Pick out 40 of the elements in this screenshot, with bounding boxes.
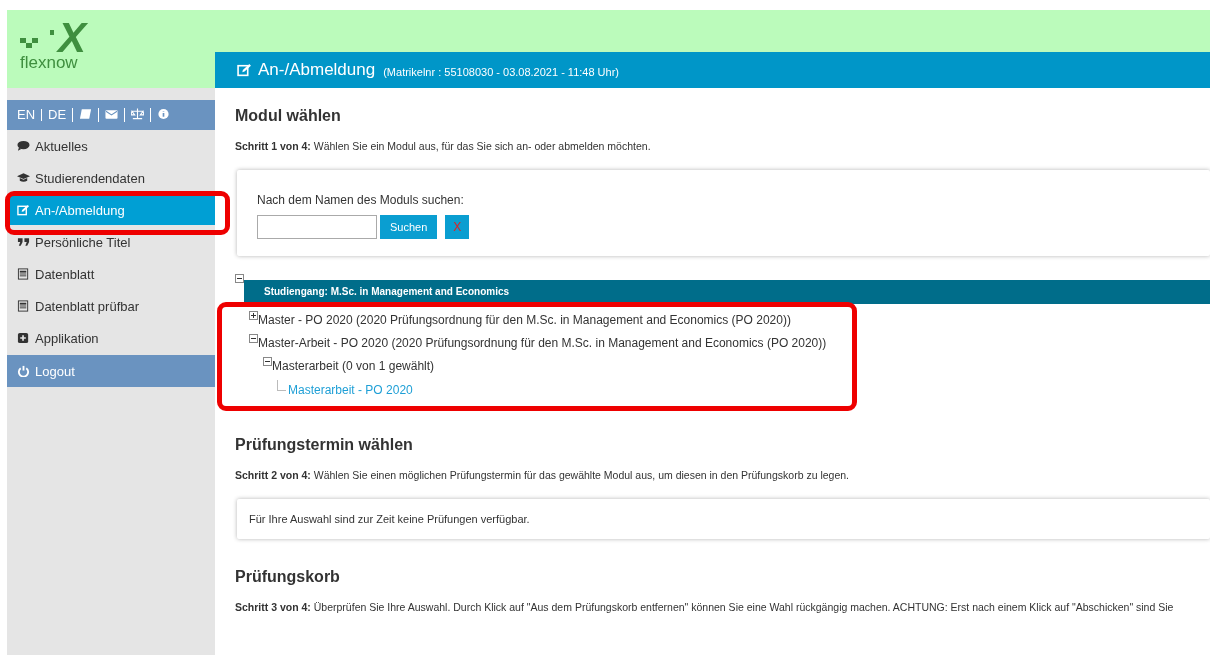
step-text: Schritt 2 von 4: Wählen Sie einen möglichen Prüfungstermin für das gewählte Modul aus, um diesen in den Prüfungskorb zu legen. — [235, 469, 850, 481]
collapse-icon[interactable] — [235, 274, 244, 283]
collapse-icon[interactable] — [249, 334, 258, 343]
section-heading: Prüfungstermin wählen — [235, 435, 414, 455]
section-heading: Prüfungskorb — [235, 567, 341, 587]
sheet-icon — [17, 268, 30, 280]
sidebar-item[interactable]: Datenblatt — [7, 258, 215, 290]
page-title: An-/Abmeldung — [258, 60, 376, 80]
search-field[interactable] — [257, 215, 377, 239]
speech-bubble-icon — [17, 140, 30, 152]
tree-item[interactable]: Master - PO 2020 (2020 Prüfungsordnung für den M.Sc. in Management and Economics (PO 2020)) — [258, 311, 791, 329]
step-text: Schritt 1 von 4: Wählen Sie ein Modul aus, für das Sie sich an- oder abmelden möchten. — [235, 140, 652, 152]
edit-icon — [17, 204, 30, 216]
plus-square-icon — [17, 332, 30, 344]
tree-item[interactable]: Masterarbeit (0 von 1 gewählt) — [272, 357, 435, 375]
info-icon — [157, 108, 171, 120]
edit-icon — [237, 63, 252, 77]
sidebar-item[interactable]: Studierendendaten — [7, 162, 215, 194]
sidebar-item[interactable]: Persönliche Titel — [7, 226, 215, 258]
collapse-icon[interactable] — [263, 357, 272, 366]
sidebar-item[interactable]: Datenblatt prüfbar — [7, 290, 215, 322]
section-heading: Modul wählen — [235, 106, 342, 126]
envelope-icon — [105, 108, 119, 120]
scales-icon — [131, 108, 145, 120]
notice-card: Für Ihre Auswahl sind zur Zeit keine Prüfungen verfügbar. — [237, 499, 1210, 539]
quote-icon — [17, 236, 30, 248]
sidebar-item[interactable]: Aktuelles — [7, 130, 215, 162]
power-icon — [17, 365, 30, 377]
sheet-icon — [17, 300, 30, 312]
search-label: Nach dem Namen des Moduls suchen: — [257, 193, 464, 207]
step-text: Schritt 3 von 4: Überprüfen Sie Ihre Auswahl. Durch Klick auf "Aus dem Prüfungskorb entfernen" können Sie eine Wahl rückgängig machen. ACHTUNG: Erst nach einem Klick auf "Abschicken" sind Sie — [235, 601, 1175, 613]
graduation-cap-icon — [17, 172, 30, 184]
logo-mark: X — [58, 22, 86, 54]
expand-icon[interactable] — [249, 311, 258, 320]
page-subtitle: (Matrikelnr : 55108030 - 03.08.2021 - 11:48 Uhr) — [383, 65, 619, 78]
tree-header[interactable]: Studiengang: M.Sc. in Management and Economics — [244, 280, 1210, 304]
tree-item[interactable]: Master-Arbeit - PO 2020 (2020 Prüfungsordnung für den M.Sc. in Management and Economics (PO 2020)) — [258, 334, 827, 352]
book-icon — [79, 108, 93, 120]
logo-name: flexnow — [20, 54, 79, 72]
sidebar-item[interactable]: Applikation — [7, 322, 215, 354]
